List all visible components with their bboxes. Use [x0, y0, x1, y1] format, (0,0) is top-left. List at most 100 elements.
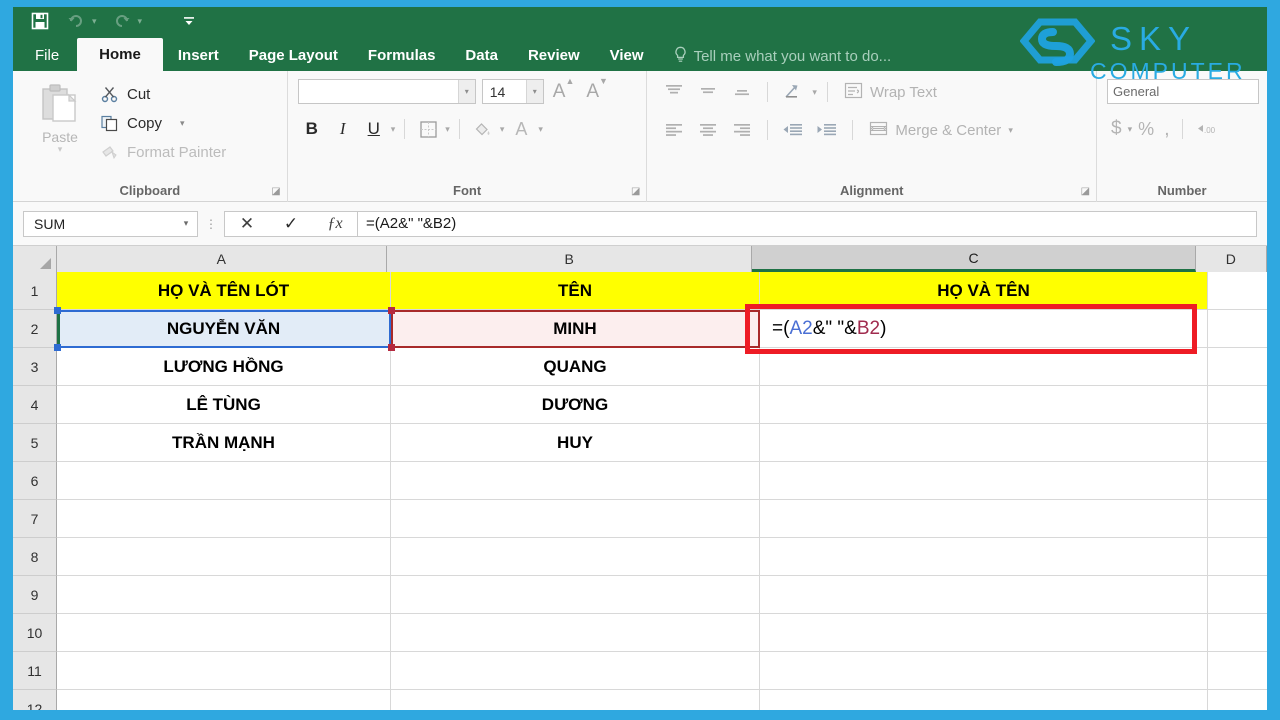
- save-icon[interactable]: [29, 10, 51, 32]
- currency-dropdown-icon[interactable]: ▾: [1128, 124, 1133, 135]
- cell-a7[interactable]: [57, 500, 391, 538]
- name-box-dropdown-icon[interactable]: ▾: [175, 218, 197, 229]
- cell-c5[interactable]: [760, 424, 1208, 462]
- decrease-indent-icon[interactable]: [778, 117, 808, 143]
- wrap-text-button[interactable]: Wrap Text: [844, 82, 937, 103]
- font-dialog-launcher-icon[interactable]: ◪: [631, 186, 640, 197]
- copy-dropdown-icon[interactable]: ▾: [180, 118, 185, 129]
- font-size-dropdown-icon[interactable]: ▾: [525, 80, 543, 103]
- cell-b4[interactable]: DƯƠNG: [391, 386, 760, 424]
- cell-c3[interactable]: [760, 348, 1208, 386]
- bold-button[interactable]: B: [298, 116, 326, 142]
- row-header-12[interactable]: 12: [13, 690, 57, 710]
- decrease-font-size-button[interactable]: A▼: [583, 76, 611, 103]
- cell-b3[interactable]: QUANG: [391, 348, 760, 386]
- row-header-6[interactable]: 6: [13, 462, 57, 500]
- cell-d1[interactable]: [1208, 272, 1267, 310]
- increase-indent-icon[interactable]: [812, 117, 842, 143]
- ref-handle-a2-bl[interactable]: [54, 344, 61, 351]
- font-color-dropdown-icon[interactable]: ▾: [538, 124, 543, 135]
- tab-page-layout[interactable]: Page Layout: [234, 41, 353, 71]
- tab-formulas[interactable]: Formulas: [353, 41, 451, 71]
- fill-color-icon[interactable]: [469, 116, 497, 142]
- tab-file[interactable]: File: [13, 41, 77, 71]
- cell-d6[interactable]: [1208, 462, 1267, 500]
- cell-c11[interactable]: [760, 652, 1208, 690]
- ref-handle-a2-tl[interactable]: [54, 307, 61, 314]
- align-bottom-icon[interactable]: [727, 79, 757, 105]
- cell-d3[interactable]: [1208, 348, 1267, 386]
- borders-icon[interactable]: [414, 116, 442, 142]
- clipboard-dialog-launcher-icon[interactable]: ◪: [271, 186, 280, 197]
- cell-b5[interactable]: HUY: [391, 424, 760, 462]
- formula-input[interactable]: =(A2&" "&B2): [358, 210, 1257, 237]
- cell-c1[interactable]: HỌ VÀ TÊN: [760, 272, 1208, 310]
- cell-a5[interactable]: TRẦN MẠNH: [57, 424, 391, 462]
- cell-c4[interactable]: [760, 386, 1208, 424]
- font-color-button[interactable]: A: [507, 116, 535, 142]
- cut-button[interactable]: Cut: [99, 83, 226, 105]
- column-header-b[interactable]: B: [387, 246, 753, 272]
- merge-center-button[interactable]: Merge & Center ▾: [869, 120, 1013, 141]
- column-header-d[interactable]: D: [1195, 246, 1267, 272]
- font-size-combo[interactable]: 14 ▾: [481, 79, 544, 104]
- cell-a2[interactable]: NGUYỄN VĂN: [57, 310, 391, 348]
- cell-d12[interactable]: [1208, 690, 1267, 710]
- cell-d2[interactable]: [1208, 310, 1267, 348]
- paste-button[interactable]: Paste ▾: [21, 77, 99, 163]
- cell-b10[interactable]: [391, 614, 760, 652]
- name-box[interactable]: SUM ▾: [23, 210, 198, 237]
- align-left-icon[interactable]: [659, 117, 689, 143]
- undo-dropdown-icon[interactable]: ▾: [92, 16, 97, 27]
- cell-a4[interactable]: LÊ TÙNG: [57, 386, 391, 424]
- currency-button[interactable]: $: [1107, 116, 1126, 142]
- cell-a3[interactable]: LƯƠNG HỒNG: [57, 348, 391, 386]
- cell-d9[interactable]: [1208, 576, 1267, 614]
- cell-d10[interactable]: [1208, 614, 1267, 652]
- cell-d5[interactable]: [1208, 424, 1267, 462]
- cell-b11[interactable]: [391, 652, 760, 690]
- cell-c12[interactable]: [760, 690, 1208, 710]
- cell-d7[interactable]: [1208, 500, 1267, 538]
- tell-me-box[interactable]: Tell me what you want to do...: [659, 41, 906, 71]
- cell-c2[interactable]: =(A2 &" "& B2): [760, 310, 1208, 348]
- cell-a11[interactable]: [57, 652, 391, 690]
- cell-c6[interactable]: [760, 462, 1208, 500]
- cell-b8[interactable]: [391, 538, 760, 576]
- align-top-icon[interactable]: [659, 79, 689, 105]
- formula-bar-grip[interactable]: ⋮: [198, 218, 224, 230]
- row-header-11[interactable]: 11: [13, 652, 57, 690]
- fill-color-dropdown-icon[interactable]: ▾: [500, 124, 505, 135]
- row-header-4[interactable]: 4: [13, 386, 57, 424]
- copy-button[interactable]: Copy ▾: [99, 112, 226, 134]
- comma-style-button[interactable]: ,: [1160, 116, 1174, 142]
- tab-review[interactable]: Review: [513, 41, 595, 71]
- row-header-2[interactable]: 2: [13, 310, 57, 348]
- cell-a12[interactable]: [57, 690, 391, 710]
- cell-d8[interactable]: [1208, 538, 1267, 576]
- row-header-5[interactable]: 5: [13, 424, 57, 462]
- cell-c9[interactable]: [760, 576, 1208, 614]
- font-name-combo[interactable]: ▾: [297, 79, 476, 104]
- align-right-icon[interactable]: [727, 117, 757, 143]
- redo-icon[interactable]: [111, 10, 133, 32]
- tab-data[interactable]: Data: [450, 41, 513, 71]
- cell-c7[interactable]: [760, 500, 1208, 538]
- row-header-7[interactable]: 7: [13, 500, 57, 538]
- cell-a8[interactable]: [57, 538, 391, 576]
- font-name-dropdown-icon[interactable]: ▾: [457, 80, 475, 103]
- ref-handle-b2-tl[interactable]: [388, 307, 395, 314]
- orientation-dropdown-icon[interactable]: ▾: [812, 87, 817, 98]
- enter-icon[interactable]: ✓: [269, 212, 313, 236]
- cell-d11[interactable]: [1208, 652, 1267, 690]
- undo-icon[interactable]: [65, 10, 87, 32]
- redo-dropdown-icon[interactable]: ▾: [138, 16, 143, 27]
- cell-a10[interactable]: [57, 614, 391, 652]
- column-header-a[interactable]: A: [56, 246, 388, 272]
- ref-handle-b2-bl[interactable]: [388, 344, 395, 351]
- merge-center-dropdown-icon[interactable]: ▾: [1008, 125, 1013, 136]
- cell-a9[interactable]: [57, 576, 391, 614]
- underline-dropdown-icon[interactable]: ▾: [391, 124, 396, 135]
- cancel-icon[interactable]: ✕: [225, 212, 269, 236]
- cell-c10[interactable]: [760, 614, 1208, 652]
